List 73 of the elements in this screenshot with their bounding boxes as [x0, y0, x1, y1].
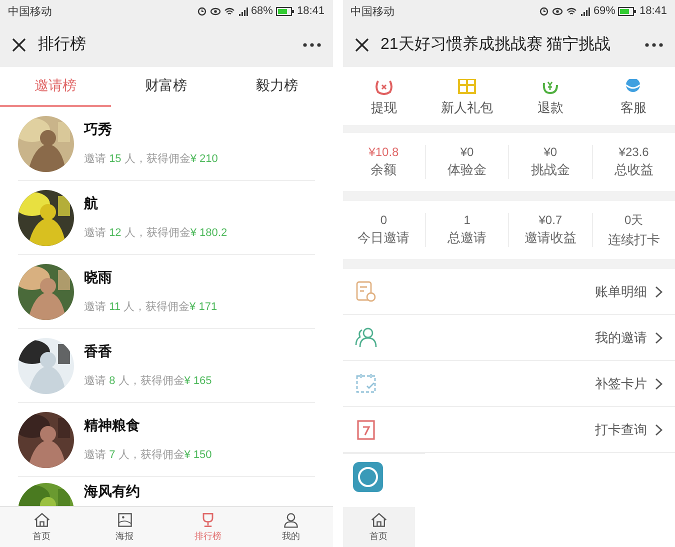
user-name: 精神粮食	[84, 417, 141, 435]
battery-percentage: 68%	[250, 5, 273, 17]
stat-value: 0天	[624, 212, 644, 228]
nav-tab[interactable]: 首页	[342, 507, 414, 547]
wifi-icon	[566, 6, 578, 16]
stat-label: 总邀请	[448, 229, 487, 247]
battery-icon	[618, 6, 636, 16]
menu-item[interactable]: 补签卡片	[342, 361, 675, 407]
chevron-icon	[655, 332, 663, 344]
stat-value: ¥0	[460, 145, 474, 159]
eye-icon	[210, 6, 221, 16]
user-name: 巧秀	[84, 121, 113, 139]
clock-time: 18:41	[296, 5, 324, 17]
close-icon[interactable]	[354, 38, 368, 52]
invite-summary: 邀请 7 人，获得佣金¥ 150	[84, 448, 212, 462]
alarm-clock-icon	[196, 6, 207, 16]
stat-label: 余额	[370, 161, 397, 179]
menu-item[interactable]: 我的邀请	[342, 315, 675, 361]
eye-icon	[552, 6, 564, 16]
user-name: 香香	[84, 343, 113, 361]
tab[interactable]: 财富榜	[110, 67, 222, 107]
signal-icon	[580, 6, 590, 16]
close-icon[interactable]	[12, 38, 26, 52]
invite-summary: 邀请 11 人，获得佣金¥ 171	[84, 300, 218, 314]
nav-tab[interactable]: 首页	[0, 507, 84, 547]
person-icon	[282, 511, 300, 529]
home-icon	[32, 511, 51, 529]
stat-label: 总收益	[614, 161, 654, 179]
clock-time: 18:41	[639, 5, 667, 17]
stat-value: 1	[464, 213, 470, 227]
wifi-icon	[224, 6, 235, 16]
more-icon[interactable]	[302, 42, 320, 46]
shortcut-button[interactable]: 退款	[508, 67, 592, 125]
chevron-icon	[655, 424, 663, 436]
invite-summary: 邀请 15 人，获得佣金¥ 210	[84, 152, 218, 166]
stat-value: 0	[380, 213, 388, 227]
chevron-icon	[655, 286, 663, 298]
battery-icon	[276, 6, 294, 16]
carrier-name: 中国移动	[350, 4, 394, 18]
signal-icon	[238, 6, 248, 16]
chevron-icon	[655, 378, 663, 390]
stat-value: ¥10.8	[368, 145, 399, 159]
page-title: 21天好习惯养成挑战赛 猫宁挑战	[380, 34, 612, 55]
stat-value: ¥0	[544, 145, 558, 159]
user-name: 航	[84, 195, 99, 213]
stat-label: 连续打卡	[608, 230, 660, 248]
menu-item[interactable]: 账单明细	[342, 269, 675, 315]
shortcut-button[interactable]: 新人礼包	[426, 67, 509, 125]
nav-tab[interactable]: 海报	[83, 507, 166, 547]
tab[interactable]: 毅力榜	[222, 67, 332, 107]
stat-label: 体验金	[448, 161, 487, 179]
invite-summary: 邀请 8 人，获得佣金¥ 165	[84, 374, 212, 388]
invite-summary: 邀请 12 人，获得佣金¥ 180.2	[84, 226, 228, 240]
people-icon	[354, 326, 378, 350]
alarm-clock-icon	[539, 6, 550, 16]
page-title: 排行榜	[38, 34, 87, 55]
carrier-name: 中国移动	[8, 4, 52, 18]
stat-value: ¥0.7	[538, 213, 562, 227]
stat-label: 挑战金	[530, 161, 570, 179]
image-icon	[116, 511, 134, 529]
more-icon[interactable]	[645, 42, 663, 46]
user-name: 晓雨	[84, 269, 113, 287]
calendar-check-icon	[354, 372, 378, 396]
stat-value: ¥23.6	[618, 145, 649, 159]
nav-tab[interactable]: 我的	[249, 507, 332, 547]
bill-icon	[354, 280, 378, 304]
shortcut-button[interactable]: 提现	[342, 67, 426, 125]
battery-percentage: 69%	[593, 5, 616, 17]
stat-label: 今日邀请	[358, 229, 410, 247]
user-name: 海风有约	[84, 483, 140, 501]
home-icon	[370, 511, 388, 529]
stat-label: 邀请收益	[524, 229, 576, 247]
shortcut-button[interactable]: 客服	[592, 67, 675, 125]
